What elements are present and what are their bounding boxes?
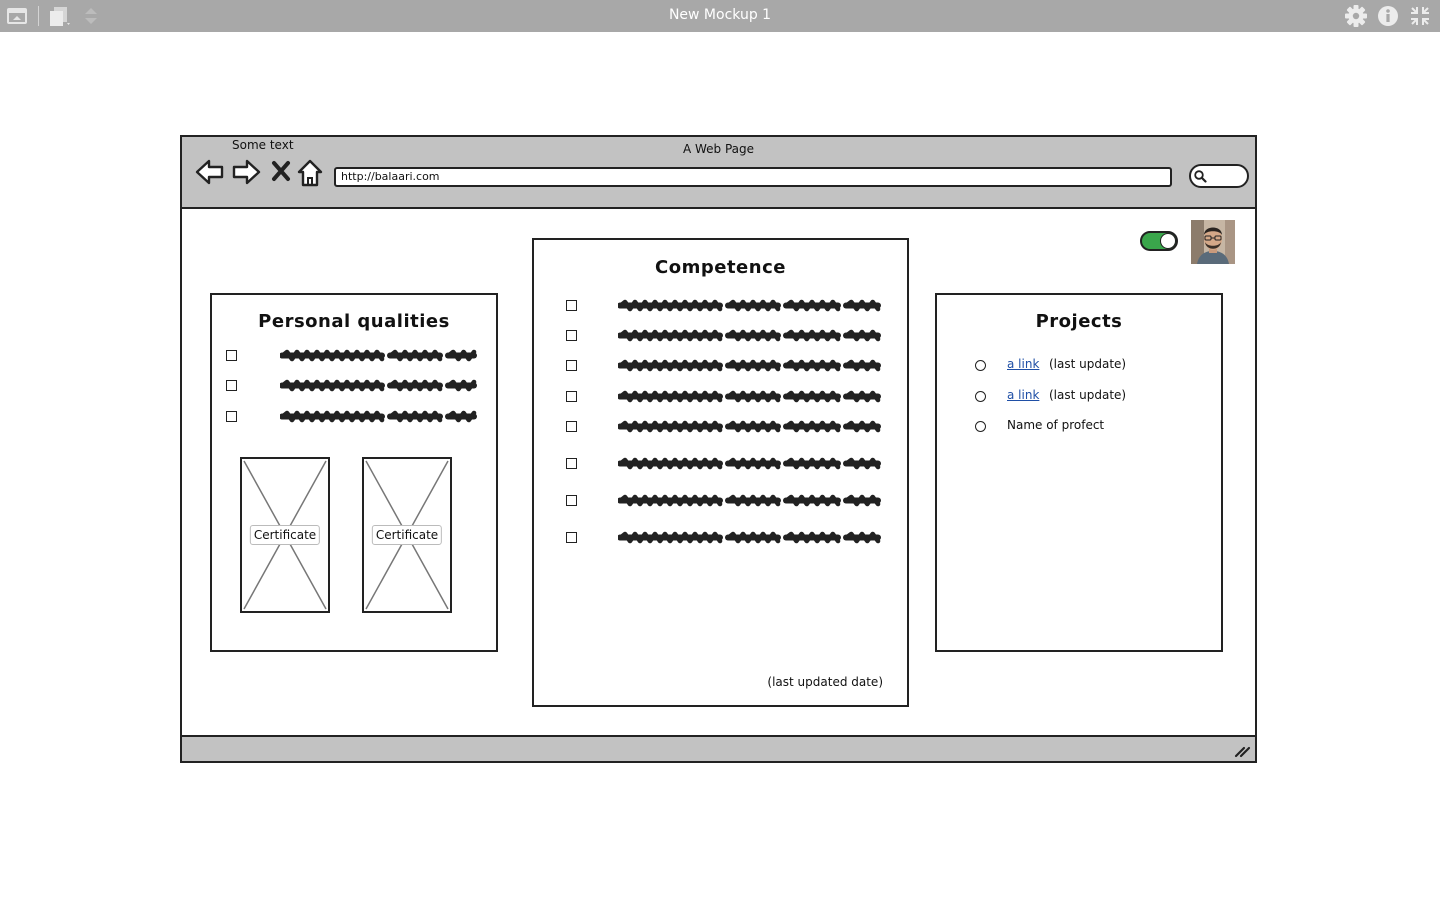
competence-checkbox[interactable] (566, 360, 577, 371)
competence-panel: Competence (last updated date) (532, 238, 909, 707)
personal-quality-checkbox[interactable] (226, 350, 237, 361)
toggle-switch[interactable] (1140, 231, 1178, 251)
project-name: Name of profect (1007, 418, 1105, 432)
app-toolbar: New Mockup 1 (0, 0, 1440, 32)
competence-checkbox[interactable] (566, 458, 577, 469)
back-arrow-icon[interactable] (195, 158, 225, 186)
competence-placeholder-text (617, 455, 888, 475)
personal-quality-checkbox[interactable] (226, 380, 237, 391)
certificate-label: Certificate (371, 525, 443, 545)
browser-statusbar (182, 735, 1255, 761)
competence-placeholder-text (617, 492, 888, 512)
competence-placeholder-text (617, 357, 888, 377)
toggle-knob (1160, 233, 1176, 249)
competence-checkbox[interactable] (566, 391, 577, 402)
projects-panel: Projects a link (last update) a link (la… (935, 293, 1223, 652)
competence-checkbox[interactable] (566, 495, 577, 506)
project-last-update: (last update) (1049, 388, 1127, 402)
certificate-label: Certificate (249, 525, 321, 545)
personal-qualities-title: Personal qualities (258, 311, 450, 332)
collapse-fullscreen-icon[interactable] (1409, 5, 1431, 27)
personal-quality-checkbox[interactable] (226, 411, 237, 422)
competence-checkbox[interactable] (566, 421, 577, 432)
app-title: New Mockup 1 (668, 7, 772, 23)
browser-toolbar: Some text A Web Page http://balaari.com (182, 137, 1255, 209)
competence-title: Competence (655, 257, 786, 278)
resize-grip-icon[interactable] (1233, 741, 1251, 759)
settings-gear-icon[interactable] (1344, 5, 1368, 27)
personal-quality-placeholder-text (279, 408, 484, 428)
competence-checkbox[interactable] (566, 532, 577, 543)
project-link[interactable]: a link (1007, 388, 1039, 402)
project-radio[interactable] (975, 421, 986, 432)
avatar-portrait (1191, 220, 1235, 264)
competence-placeholder-text (617, 529, 888, 549)
projects-title: Projects (1035, 311, 1123, 332)
competence-placeholder-text (617, 327, 888, 347)
competence-checkbox[interactable] (566, 300, 577, 311)
competence-checkbox[interactable] (566, 330, 577, 341)
project-last-update: (last update) (1049, 357, 1127, 371)
search-icon (1194, 170, 1207, 183)
project-link[interactable]: a link (1007, 357, 1039, 371)
certificate-image-2: Certificate (362, 457, 452, 613)
search-field[interactable] (1189, 164, 1249, 188)
forward-arrow-icon[interactable] (231, 158, 261, 186)
home-icon[interactable] (296, 158, 324, 188)
avatar[interactable] (1191, 220, 1235, 264)
personal-quality-placeholder-text (279, 347, 484, 367)
personal-quality-placeholder-text (279, 377, 484, 397)
project-radio[interactable] (975, 391, 986, 402)
last-updated-date: (last updated date) (767, 675, 883, 689)
browser-page-title: A Web Page (682, 142, 755, 156)
project-radio[interactable] (975, 360, 986, 371)
personal-qualities-panel: Personal qualities Certificate Certifica… (210, 293, 498, 652)
browser-window: Some text A Web Page http://balaari.com (180, 135, 1257, 763)
stop-icon[interactable] (271, 158, 291, 186)
info-icon[interactable] (1377, 5, 1399, 27)
competence-placeholder-text (617, 297, 888, 317)
url-field[interactable]: http://balaari.com (334, 167, 1172, 187)
competence-placeholder-text (617, 388, 888, 408)
competence-placeholder-text (617, 418, 888, 438)
certificate-image-1: Certificate (240, 457, 330, 613)
